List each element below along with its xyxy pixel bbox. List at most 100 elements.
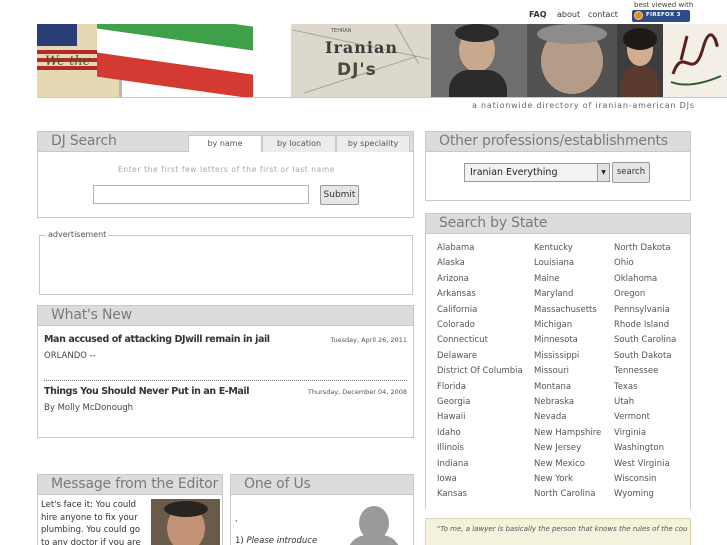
state-link[interactable]: Arizona [437, 274, 469, 284]
iran-map-logo: TEHRAN Iranian DJ's [291, 24, 431, 97]
state-link[interactable]: North Dakota [614, 243, 671, 253]
constitution-text: We the [45, 54, 91, 69]
news-item-date: Thursday, December 04, 2008 [307, 388, 407, 396]
profession-search-button[interactable]: search [612, 162, 650, 183]
other-professions-panel: Other professions/establishments Iranian… [425, 131, 691, 201]
state-link[interactable]: West Virginia [614, 459, 670, 469]
logo-text-iranian: Iranian [325, 38, 398, 57]
state-link[interactable]: Tennessee [614, 366, 658, 376]
silhouette-avatar-body [347, 535, 401, 545]
state-link[interactable]: Iowa [437, 474, 457, 484]
one-of-us-header: One of Us [231, 475, 413, 495]
state-link[interactable]: North Carolina [534, 489, 595, 499]
search-hint-text: Enter the first few letters of the first… [118, 165, 335, 174]
tab-by-name[interactable]: by name [188, 135, 262, 152]
whats-new-panel: What's New Man accused of attacking DJwi… [37, 305, 414, 438]
state-link[interactable]: Massachusetts [534, 305, 597, 315]
state-link[interactable]: New Mexico [534, 459, 585, 469]
state-link[interactable]: Mississippi [534, 351, 579, 361]
state-link[interactable]: Colorado [437, 320, 475, 330]
state-link[interactable]: New Hampshire [534, 428, 601, 438]
state-link[interactable]: Wyoming [614, 489, 654, 499]
one-of-us-mark: , [235, 514, 238, 523]
news-item-excerpt: ORLANDO -- [44, 351, 96, 361]
state-link[interactable]: Florida [437, 382, 466, 392]
profession-select-value: Iranian Everything [470, 167, 558, 178]
state-link[interactable]: Illinois [437, 443, 464, 453]
nav-about-link[interactable]: about [557, 10, 580, 19]
firefox-icon [634, 11, 643, 20]
state-link[interactable]: Alaska [437, 258, 465, 268]
state-link[interactable]: Kentucky [534, 243, 573, 253]
flags-image: We the [37, 24, 253, 97]
state-link[interactable]: Alabama [437, 243, 474, 253]
state-link[interactable]: District Of Columbia [437, 366, 523, 376]
intro-text: Please introduce [246, 536, 318, 545]
nav-contact-link[interactable]: contact [588, 10, 618, 19]
state-link[interactable]: New York [534, 474, 573, 484]
search-by-state-panel: Search by State Alabama Alaska Arizona Arka… [425, 213, 691, 509]
tab-by-speciality[interactable]: by speciality [336, 135, 410, 152]
state-link[interactable]: Utah [614, 397, 634, 407]
calligraphy-image [663, 24, 727, 97]
one-of-us-intro: 1) Please introduce [235, 536, 317, 545]
advertisement-box: advertisement [39, 230, 413, 295]
state-link[interactable]: Minnesota [534, 335, 578, 345]
map-label: TEHRAN [331, 28, 352, 34]
state-link[interactable]: Oklahoma [614, 274, 657, 284]
dj-search-title: DJ Search [51, 133, 117, 149]
state-link[interactable]: South Carolina [614, 335, 676, 345]
tab-by-location[interactable]: by location [262, 135, 336, 152]
quote-box: "To me, a lawyer is basically the person… [425, 518, 691, 545]
profession-select[interactable]: Iranian Everything ▼ [464, 163, 610, 182]
state-link[interactable]: Kansas [437, 489, 467, 499]
dj-name-input[interactable] [93, 185, 309, 204]
state-link[interactable]: Michigan [534, 320, 572, 330]
dj-portrait-1 [431, 24, 527, 97]
dropdown-arrow-icon[interactable]: ▼ [597, 164, 609, 181]
state-link[interactable]: Missouri [534, 366, 569, 376]
state-link[interactable]: Indiana [437, 459, 468, 469]
firefox-badge-label: FIREFOX 3 [646, 12, 681, 18]
news-item-excerpt: By Molly McDonough [44, 403, 134, 413]
firefox-badge[interactable]: FIREFOX 3 [632, 10, 690, 22]
state-link[interactable]: Texas [614, 382, 638, 392]
state-link[interactable]: Hawaii [437, 412, 465, 422]
state-link[interactable]: Maryland [534, 289, 573, 299]
quote-text: "To me, a lawyer is basically the person… [437, 525, 687, 533]
news-item-title[interactable]: Things You Should Never Put in an E-Mail [44, 386, 250, 397]
state-link[interactable]: Wisconsin [614, 474, 656, 484]
state-link[interactable]: Nevada [534, 412, 566, 422]
state-link[interactable]: Arkansas [437, 289, 476, 299]
state-link[interactable]: Washington [614, 443, 664, 453]
state-link[interactable]: South Dakota [614, 351, 672, 361]
nav-faq-link[interactable]: FAQ [529, 10, 547, 19]
state-link[interactable]: California [437, 305, 477, 315]
dj-portrait-2 [527, 24, 617, 97]
state-link[interactable]: Oregon [614, 289, 645, 299]
state-link[interactable]: New Jersey [534, 443, 581, 453]
by-state-header: Search by State [426, 214, 690, 234]
best-viewed-text: best viewed with [634, 1, 694, 9]
state-link[interactable]: Pennsylvania [614, 305, 670, 315]
state-link[interactable]: Rhode Island [614, 320, 669, 330]
state-link[interactable]: Ohio [614, 258, 634, 268]
state-link[interactable]: Maine [534, 274, 560, 284]
state-link[interactable]: Georgia [437, 397, 470, 407]
state-link[interactable]: Delaware [437, 351, 477, 361]
other-professions-header: Other professions/establishments [426, 132, 690, 152]
submit-button[interactable]: Submit [320, 185, 359, 205]
state-link[interactable]: Louisiana [534, 258, 574, 268]
state-link[interactable]: Connecticut [437, 335, 488, 345]
state-link[interactable]: Nebraska [534, 397, 574, 407]
state-link[interactable]: Vermont [614, 412, 650, 422]
state-link[interactable]: Montana [534, 382, 571, 392]
news-item-title[interactable]: Man accused of attacking DJwill remain i… [44, 334, 270, 345]
state-link[interactable]: Virginia [614, 428, 646, 438]
top-nav: FAQ about contact best viewed with FIREF… [0, 0, 727, 24]
state-link[interactable]: Idaho [437, 428, 461, 438]
advertisement-label: advertisement [46, 230, 109, 239]
news-divider [44, 380, 407, 381]
other-professions-title: Other professions/establishments [439, 133, 668, 149]
one-of-us-title: One of Us [244, 476, 311, 492]
